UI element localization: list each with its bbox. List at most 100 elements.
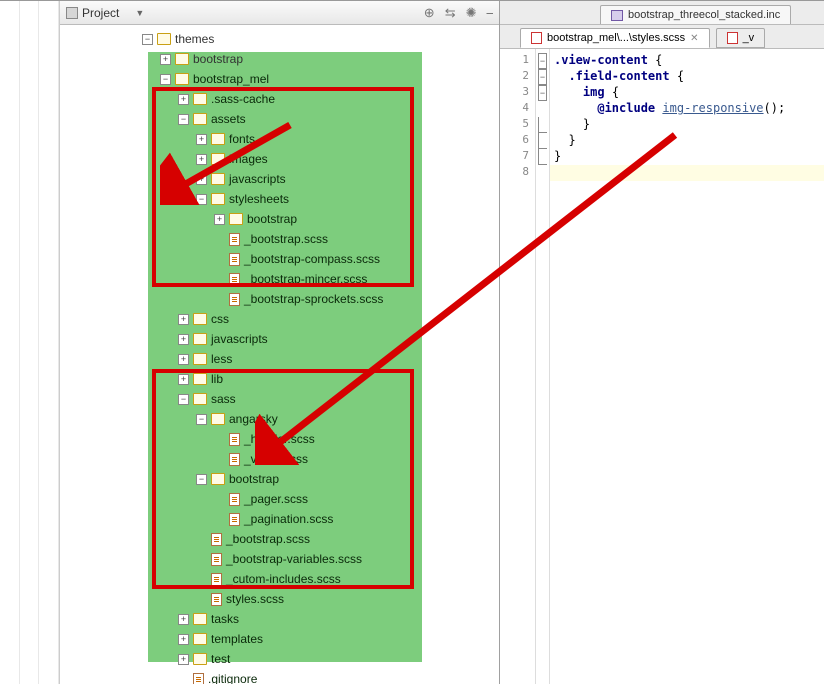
php-file-icon [611,10,623,21]
fold-open-icon[interactable]: − [538,53,547,69]
tree-node[interactable]: + css [64,309,499,329]
tree-node[interactable]: +tasks [64,609,499,629]
tree-node[interactable]: + images [64,149,499,169]
tree-node[interactable]: _views.scss [64,449,499,469]
code-line[interactable]: .field-content { [550,69,824,85]
editor-tabs-sub: bootstrap_mel\...\styles.scss✕ _v [500,25,824,49]
code-line[interactable] [550,165,824,181]
tree-node[interactable]: +fonts [64,129,499,149]
project-tree[interactable]: − themes +bootstrap − bootstrap_mel + .sass-ca… [60,25,499,684]
project-panel-header: Project ▼ ⊕ ⇆ ✺ ⎯ [60,1,499,25]
tree-node-label: images [229,152,268,166]
tree-node[interactable]: _bootstrap-compass.scss [64,249,499,269]
expand-icon[interactable]: + [178,654,189,665]
collapse-icon[interactable]: − [196,474,207,485]
tab-top-file[interactable]: bootstrap_threecol_stacked.inc [600,5,791,24]
tree-node[interactable]: − sass [64,389,499,409]
expand-icon[interactable]: + [196,174,207,185]
fold-open-icon[interactable]: − [538,85,547,101]
tree-node-label: sass [211,392,236,406]
tree-node[interactable]: +bootstrap [64,209,499,229]
code-line[interactable]: } [550,149,824,165]
code-line[interactable]: img { [550,85,824,101]
tree-node-label: javascripts [211,332,268,346]
panel-dropdown-icon[interactable]: ▼ [135,8,144,18]
tree-node[interactable]: _pagination.scss [64,509,499,529]
tree-node-label: _views.scss [244,452,308,466]
tree-node[interactable]: +test [64,649,499,669]
tree-node-label: _header.scss [244,432,315,446]
file-icon [229,273,240,286]
expand-icon[interactable]: + [178,334,189,345]
tree-node[interactable]: − bootstrap_mel [64,69,499,89]
expand-icon[interactable]: + [214,214,225,225]
file-icon [229,293,240,306]
tree-node[interactable]: −angarsky [64,409,499,429]
tree-node-label: _bootstrap-compass.scss [244,252,380,266]
expand-icon[interactable]: + [178,94,189,105]
expand-icon[interactable]: + [178,614,189,625]
code-line[interactable]: @include img-responsive(); [550,101,824,117]
code-line[interactable]: } [550,133,824,149]
collapse-icon[interactable]: − [142,34,153,45]
tree-node[interactable]: +javascripts [64,169,499,189]
expand-icon[interactable]: + [196,154,207,165]
tree-node-label: _cutom-includes.scss [226,572,341,586]
tree-node[interactable]: +lib [64,369,499,389]
code-line[interactable]: .view-content { [550,53,824,69]
expand-icon[interactable]: + [196,134,207,145]
tree-node[interactable]: _cutom-includes.scss [64,569,499,589]
settings-icon[interactable]: ✺ [466,5,477,21]
tab-label: bootstrap_threecol_stacked.inc [628,9,780,21]
tree-node-label: assets [211,112,246,126]
collapse-icon[interactable]: − [178,114,189,125]
tree-node[interactable]: _bootstrap-variables.scss [64,549,499,569]
code-line[interactable]: } [550,117,824,133]
code-content[interactable]: .view-content { .field-content { img { @… [550,49,824,684]
tree-node[interactable]: styles.scss [64,589,499,609]
tree-node[interactable]: +less [64,349,499,369]
tree-node-label: stylesheets [229,192,289,206]
file-icon [211,533,222,546]
folder-icon [211,133,225,145]
tree-node-label: css [211,312,229,326]
collapse-icon[interactable]: ⇆ [445,5,456,21]
collapse-icon[interactable]: − [178,394,189,405]
tree-node[interactable]: +bootstrap [64,49,499,69]
collapse-icon[interactable]: − [160,74,171,85]
tree-node[interactable]: _header.scss [64,429,499,449]
tree-node[interactable]: +templates [64,629,499,649]
tree-node[interactable]: − stylesheets [64,189,499,209]
locate-icon[interactable]: ⊕ [424,5,435,21]
expand-icon[interactable]: + [178,314,189,325]
tree-node[interactable]: + javascripts [64,329,499,349]
expand-icon[interactable]: + [160,54,171,65]
tree-node-label: _bootstrap-variables.scss [226,552,362,566]
tree-node[interactable]: − assets [64,109,499,129]
editor-tab[interactable]: bootstrap_mel\...\styles.scss✕ [520,28,710,48]
file-icon [211,553,222,566]
code-editor[interactable]: 12345678 −−− .view-content { .field-cont… [500,49,824,684]
collapse-icon[interactable]: − [196,414,207,425]
tree-node[interactable]: −bootstrap [64,469,499,489]
tree-node[interactable]: _bootstrap.scss [64,529,499,549]
tree-node-label: .sass-cache [211,92,275,106]
tree-node[interactable]: − themes [64,29,499,49]
collapse-icon[interactable]: − [196,194,207,205]
tree-node-label: bootstrap_mel [193,72,269,86]
tree-node[interactable]: _bootstrap-mincer.scss [64,269,499,289]
tree-node[interactable]: .gitignore [64,669,499,684]
tree-node[interactable]: _bootstrap.scss [64,229,499,249]
fold-gutter[interactable]: −−− [536,49,550,684]
fold-open-icon[interactable]: − [538,69,547,85]
expand-icon[interactable]: + [178,374,189,385]
tree-node[interactable]: _bootstrap-sprockets.scss [64,289,499,309]
tree-node[interactable]: _pager.scss [64,489,499,509]
close-icon[interactable]: ✕ [690,33,698,44]
minimize-icon[interactable]: ⎯ [487,5,494,21]
expand-icon[interactable]: + [178,354,189,365]
tree-node-label: themes [175,32,214,46]
tree-node[interactable]: + .sass-cache [64,89,499,109]
editor-tab[interactable]: _v [716,28,766,48]
expand-icon[interactable]: + [178,634,189,645]
